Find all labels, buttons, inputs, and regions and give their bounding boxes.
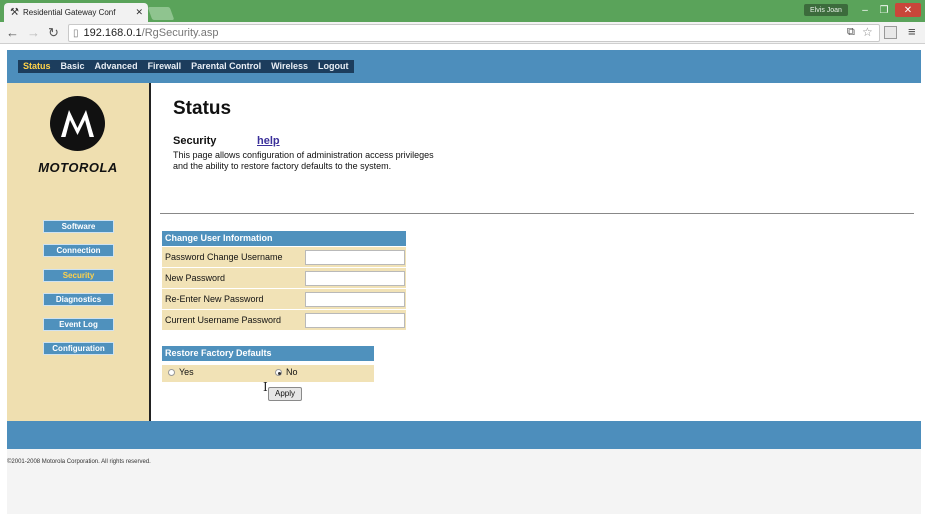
extension-icon[interactable]	[884, 26, 897, 39]
top-nav-wireless[interactable]: Wireless	[266, 60, 313, 73]
top-nav-advanced[interactable]: Advanced	[90, 60, 143, 73]
sidebar-item-security[interactable]: Security	[43, 269, 114, 282]
top-nav-logout[interactable]: Logout	[313, 60, 354, 73]
help-link[interactable]: help	[257, 135, 280, 147]
field-label: Re-Enter New Password	[165, 294, 264, 304]
footer: ©2001-2008 Motorola Corporation. All rig…	[7, 449, 921, 514]
url-host: 192.168.0.1	[83, 27, 142, 39]
main-content: Status Security help This page allows co…	[151, 83, 921, 421]
password-change-username-input[interactable]	[305, 249, 405, 265]
forward-icon[interactable]: →	[27, 25, 40, 40]
form-row: Re-Enter New Password	[162, 289, 406, 309]
browser-titlebar: ⚒ Residential Gateway Conf ✕ Elvis Joan …	[0, 0, 925, 22]
bottom-banner	[7, 421, 921, 449]
address-bar[interactable]: ▯ 192.168.0.1/RgSecurity.asp	[68, 24, 880, 42]
browser-tab[interactable]: ⚒ Residential Gateway Conf ✕	[4, 3, 148, 22]
browser-toolbar: ← → ↻ ▯ 192.168.0.1/RgSecurity.asp ⧉ ☆ ≡	[0, 22, 925, 44]
copyright: ©2001-2008 Motorola Corporation. All rig…	[7, 459, 151, 465]
url-path: /RgSecurity.asp	[141, 27, 219, 39]
sidebar-item-configuration[interactable]: Configuration	[43, 342, 114, 355]
sidebar: MOTOROLA Software Connection Security Di…	[7, 83, 149, 421]
new-password-input[interactable]	[305, 270, 405, 286]
motorola-logo-icon	[50, 96, 105, 151]
field-label: New Password	[165, 273, 226, 283]
top-nav-basic[interactable]: Basic	[56, 60, 90, 73]
window-close-icon[interactable]: ✕	[895, 3, 921, 17]
minimize-icon[interactable]: –	[857, 3, 873, 17]
menu-icon[interactable]: ≡	[908, 24, 916, 39]
restore-no-radio[interactable]	[275, 369, 282, 376]
user-info-heading: Change User Information	[162, 231, 406, 246]
sidebar-item-connection[interactable]: Connection	[43, 244, 114, 257]
tab-title: Residential Gateway Conf	[22, 8, 116, 17]
router-favicon-icon: ⚒	[10, 7, 19, 18]
form-row: Password Change Username	[162, 247, 406, 267]
top-nav-firewall[interactable]: Firewall	[143, 60, 187, 73]
field-label: Current Username Password	[165, 315, 282, 325]
description-line: This page allows configuration of admini…	[173, 150, 434, 160]
divider	[160, 213, 914, 214]
field-label: Password Change Username	[165, 252, 283, 262]
top-banner: Status Basic Advanced Firewall Parental …	[7, 50, 921, 83]
apply-button[interactable]: Apply	[268, 387, 302, 401]
maximize-icon[interactable]: ❐	[876, 3, 892, 17]
form-row: New Password	[162, 268, 406, 288]
sidebar-item-software[interactable]: Software	[43, 220, 114, 233]
reenter-password-input[interactable]	[305, 291, 405, 307]
restore-yes-label: Yes	[179, 367, 194, 377]
reload-icon[interactable]: ↻	[48, 25, 59, 41]
sidebar-item-event-log[interactable]: Event Log	[43, 318, 114, 331]
close-icon[interactable]: ✕	[135, 7, 143, 18]
page-description: This page allows configuration of admini…	[173, 150, 513, 172]
top-nav-parental-control[interactable]: Parental Control	[186, 60, 266, 73]
restore-no-label: No	[286, 367, 298, 377]
description-line: and the ability to restore factory defau…	[173, 161, 392, 171]
form-row: Current Username Password	[162, 310, 406, 330]
sidebar-item-diagnostics[interactable]: Diagnostics	[43, 293, 114, 306]
restore-heading: Restore Factory Defaults	[162, 346, 374, 361]
top-nav: Status Basic Advanced Firewall Parental …	[18, 60, 354, 73]
user-badge[interactable]: Elvis Joan	[804, 4, 848, 16]
top-nav-status[interactable]: Status	[18, 60, 56, 73]
restore-options: Yes No	[162, 365, 374, 382]
current-password-input[interactable]	[305, 312, 405, 328]
new-tab-button[interactable]	[147, 7, 175, 20]
page-icon: ▯	[73, 27, 79, 39]
page-title: Status	[173, 98, 232, 119]
restore-yes-radio[interactable]	[168, 369, 175, 376]
brand-name: MOTOROLA	[38, 160, 118, 175]
section-title: Security	[173, 135, 217, 147]
back-icon[interactable]: ←	[6, 25, 19, 40]
translate-icon[interactable]: ⧉	[847, 26, 855, 39]
star-icon[interactable]: ☆	[862, 25, 873, 39]
